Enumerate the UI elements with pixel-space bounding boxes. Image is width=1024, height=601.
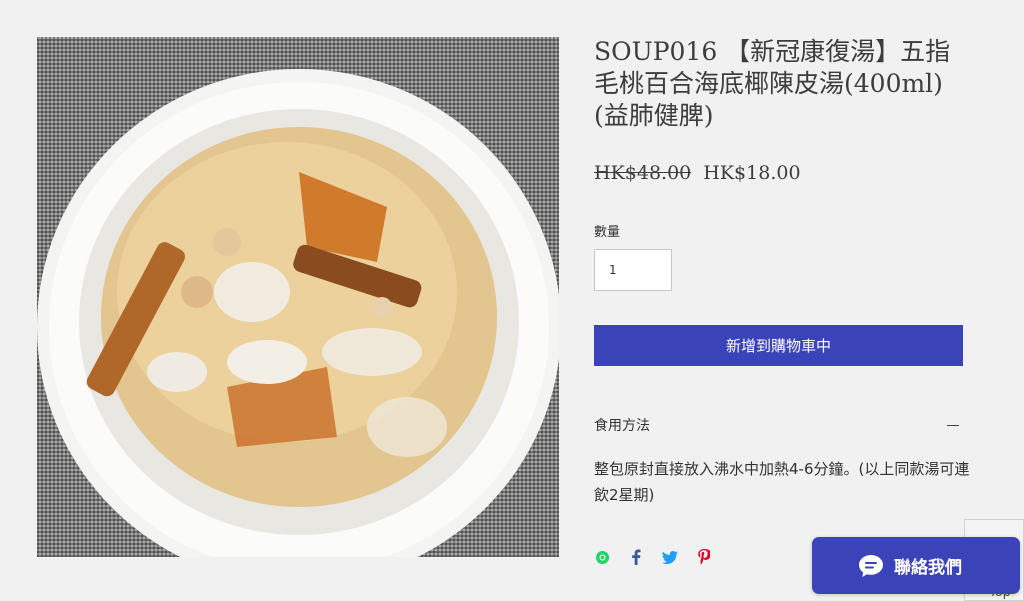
product-image[interactable] bbox=[37, 37, 559, 557]
chat-bubble-icon bbox=[859, 554, 883, 577]
collapse-minus-icon[interactable] bbox=[947, 424, 959, 426]
contact-us-chat-button[interactable]: 聯絡我們 bbox=[812, 537, 1020, 594]
quantity-label: 數量 bbox=[594, 225, 621, 240]
share-bar bbox=[594, 548, 712, 566]
price-block: HK$48.00 HK$18.00 bbox=[594, 162, 801, 184]
usage-section-header[interactable]: 食用方法 bbox=[594, 410, 963, 440]
product-title: SOUP016 【新冠康復湯】五指毛桃百合海底椰陳皮湯(400ml)(益肺健脾) bbox=[594, 37, 951, 130]
sale-price: HK$18.00 bbox=[703, 162, 801, 184]
original-price: HK$48.00 bbox=[594, 162, 692, 184]
usage-section-title: 食用方法 bbox=[594, 418, 650, 434]
contact-us-label: 聯絡我們 bbox=[894, 558, 962, 578]
pinterest-icon[interactable] bbox=[696, 548, 712, 566]
add-to-cart-button[interactable]: 新增到購物車中 bbox=[594, 325, 963, 366]
usage-section-body: 整包原封直接放入沸水中加熱4-6分鐘。(以上同款湯可連飲2星期) bbox=[594, 460, 970, 504]
facebook-icon[interactable] bbox=[628, 548, 644, 566]
whatsapp-icon[interactable] bbox=[594, 548, 610, 566]
soup-bowl-illustration bbox=[37, 69, 559, 557]
quantity-input[interactable] bbox=[594, 249, 672, 291]
twitter-icon[interactable] bbox=[662, 548, 678, 566]
